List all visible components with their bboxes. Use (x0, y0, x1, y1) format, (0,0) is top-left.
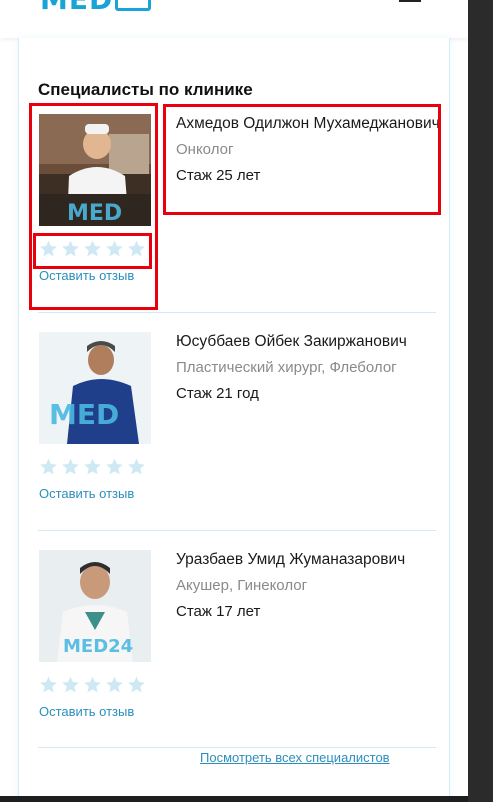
photo-watermark: MED24 (63, 636, 133, 657)
star-icon (40, 458, 57, 475)
leave-review-link[interactable]: Оставить отзыв (39, 486, 134, 501)
star-icon (128, 676, 145, 693)
site-logo[interactable]: MED (40, 0, 152, 16)
doctor-card: MED Оставить отзыв Ахмедов Одилжон Мухам… (19, 114, 449, 332)
doctor-experience: Стаж 17 лет (176, 603, 261, 620)
divider (38, 312, 436, 313)
rating-stars[interactable] (39, 239, 146, 259)
doctor-card: MED24 Оставить отзыв Уразбаев Умид Жуман… (19, 550, 449, 768)
star-icon (106, 458, 123, 475)
doctor-photo[interactable]: MED24 (39, 550, 151, 662)
star-icon (40, 676, 57, 693)
window-edge (0, 796, 468, 802)
star-icon (106, 240, 123, 257)
star-icon (62, 458, 79, 475)
photo-watermark: MED (49, 398, 119, 431)
star-icon (106, 676, 123, 693)
doctor-experience: Стаж 25 лет (176, 167, 261, 184)
star-icon (62, 676, 79, 693)
site-header: MED (0, 0, 468, 38)
view-all-specialists-link[interactable]: Посмотреть всех специалистов (200, 750, 390, 765)
doctor-specialty: Пластический хирург, Флеболог (176, 359, 397, 376)
doctor-photo[interactable]: MED (39, 332, 151, 444)
rating-stars[interactable] (39, 675, 146, 695)
doctor-card: MED Оставить отзыв Юсуббаев Ойбек Закирж… (19, 332, 449, 550)
doctor-info: Уразбаев Умид Жуманазарович Акушер, Гине… (176, 550, 446, 622)
doctor-name[interactable]: Уразбаев Умид Жуманазарович (176, 550, 446, 570)
doctor-info: Ахмедов Одилжон Мухамеджанович Онколог С… (176, 114, 446, 186)
leave-review-link[interactable]: Оставить отзыв (39, 268, 134, 283)
doctor-photo[interactable]: MED (39, 114, 151, 226)
doctor-info: Юсуббаев Ойбек Закиржанович Пластический… (176, 332, 446, 404)
section-title: Специалисты по клинике (38, 80, 253, 99)
specialists-card: Специалисты по клинике MED Оставить отзы… (18, 38, 450, 796)
divider (38, 747, 436, 748)
logo-text: MED (40, 0, 113, 16)
doctor-name[interactable]: Юсуббаев Ойбек Закиржанович (176, 332, 446, 352)
leave-review-link[interactable]: Оставить отзыв (39, 704, 134, 719)
photo-watermark: MED (67, 201, 122, 226)
window-edge (468, 0, 493, 802)
star-icon (128, 240, 145, 257)
doctor-specialty: Онколог (176, 141, 234, 158)
logo-badge (115, 0, 152, 11)
divider (38, 530, 436, 531)
star-icon (128, 458, 145, 475)
star-icon (84, 676, 101, 693)
star-icon (40, 240, 57, 257)
menu-icon[interactable] (399, 0, 421, 6)
doctor-specialty: Акушер, Гинеколог (176, 577, 308, 594)
page-viewport: MED Специалисты по клинике MED (0, 0, 468, 796)
doctor-name[interactable]: Ахмедов Одилжон Мухамеджанович (176, 114, 446, 134)
doctor-experience: Стаж 21 год (176, 385, 259, 402)
star-icon (84, 458, 101, 475)
rating-stars[interactable] (39, 457, 146, 477)
star-icon (62, 240, 79, 257)
star-icon (84, 240, 101, 257)
